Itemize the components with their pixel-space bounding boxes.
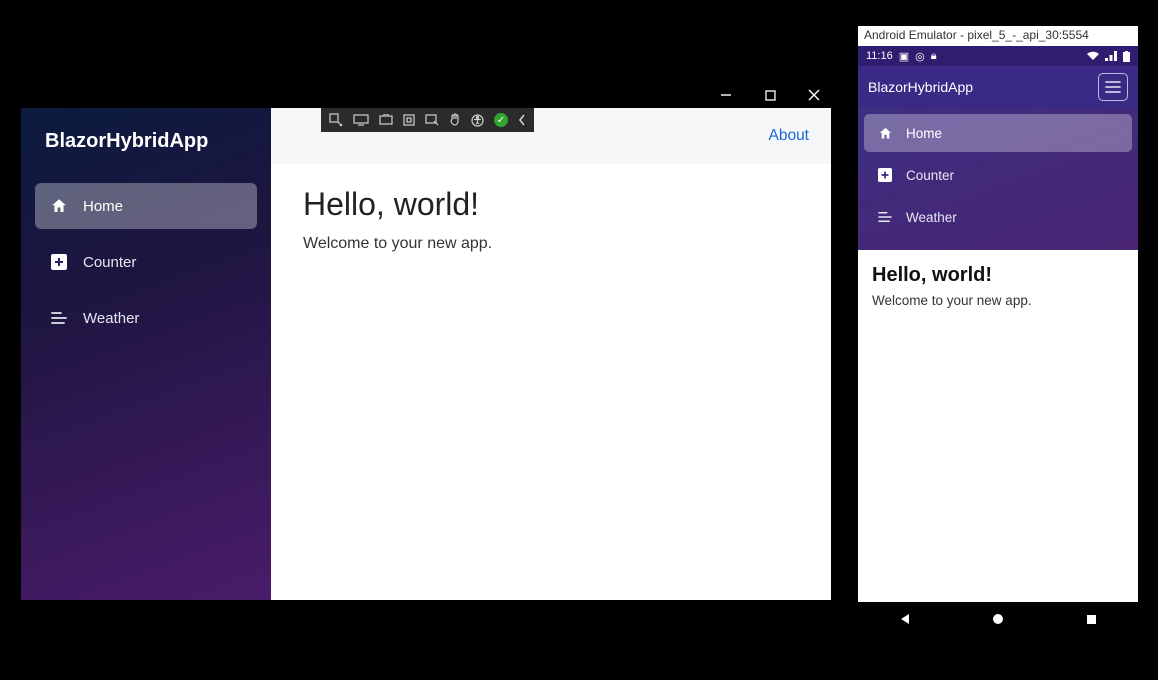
lock-icon: 🔒︎ (931, 50, 937, 63)
back-button[interactable] (896, 610, 914, 628)
chevron-left-icon[interactable] (518, 114, 526, 126)
select-icon[interactable] (329, 113, 343, 127)
app-brand: BlazorHybridApp (868, 79, 973, 95)
list-icon (49, 308, 69, 328)
circle-icon: ◎ (915, 50, 925, 63)
sidebar: BlazorHybridApp Home Counter (21, 108, 271, 600)
nav-item-label: Home (906, 126, 942, 141)
nav-menu: Home Counter Weather (858, 108, 1138, 250)
plus-icon (49, 252, 69, 272)
desktop-window: BlazorHybridApp Home Counter (21, 82, 831, 600)
nav-item-home[interactable]: Home (864, 114, 1132, 152)
sidebar-item-label: Home (83, 198, 123, 215)
box-icon[interactable] (403, 114, 415, 126)
share-icon[interactable] (379, 114, 393, 126)
app-brand: BlazorHybridApp (21, 108, 271, 183)
wifi-icon (1087, 51, 1099, 61)
sidebar-item-label: Weather (83, 310, 139, 327)
page-subheading: Welcome to your new app. (303, 235, 799, 253)
about-link[interactable]: About (768, 127, 809, 145)
list-icon (876, 208, 894, 226)
debug-icon: ▣ (899, 50, 909, 63)
page-heading: Hello, world! (872, 264, 1124, 287)
minimize-button[interactable] (717, 86, 735, 104)
home-button[interactable] (989, 610, 1007, 628)
emulator-title: Android Emulator - pixel_5_-_api_30:5554 (858, 26, 1138, 46)
sidebar-item-label: Counter (83, 254, 136, 271)
signal-icon (1105, 51, 1117, 61)
nav-item-label: Weather (906, 210, 957, 225)
android-nav-bar (858, 602, 1138, 636)
ok-check-icon[interactable]: ✓ (494, 113, 508, 127)
plus-icon (876, 166, 894, 184)
nav-item-weather[interactable]: Weather (864, 198, 1132, 236)
top-bar: ✓ About (271, 108, 831, 164)
status-bar: 11:16 ▣ ◎ 🔒︎ (858, 46, 1138, 66)
window-titlebar (21, 82, 831, 108)
android-emulator: Android Emulator - pixel_5_-_api_30:5554… (858, 26, 1138, 636)
overview-button[interactable] (1082, 610, 1100, 628)
app-bar: BlazorHybridApp (858, 66, 1138, 108)
device-icon[interactable] (353, 114, 369, 126)
sidebar-item-weather[interactable]: Weather (35, 295, 257, 341)
maximize-button[interactable] (761, 86, 779, 104)
inspect-icon[interactable] (425, 114, 439, 126)
accessibility-icon[interactable] (471, 114, 484, 127)
home-icon (876, 124, 894, 142)
hand-icon[interactable] (449, 113, 461, 127)
nav-item-counter[interactable]: Counter (864, 156, 1132, 194)
menu-toggle-button[interactable] (1098, 73, 1128, 101)
main-area: ✓ About Hello, world! Welcome to your ne… (271, 108, 831, 600)
nav-item-label: Counter (906, 168, 954, 183)
battery-icon (1123, 51, 1130, 62)
devtools-toolbar: ✓ (321, 108, 534, 132)
sidebar-item-counter[interactable]: Counter (35, 239, 257, 285)
home-icon (49, 196, 69, 216)
sidebar-item-home[interactable]: Home (35, 183, 257, 229)
page-subheading: Welcome to your new app. (872, 293, 1124, 308)
page-heading: Hello, world! (303, 186, 799, 223)
status-time: 11:16 (866, 50, 893, 62)
page-content: Hello, world! Welcome to your new app. (858, 250, 1138, 602)
close-button[interactable] (805, 86, 823, 104)
device-screen: 11:16 ▣ ◎ 🔒︎ BlazorHybridApp Hom (858, 46, 1138, 636)
page-content: Hello, world! Welcome to your new app. (271, 164, 831, 275)
